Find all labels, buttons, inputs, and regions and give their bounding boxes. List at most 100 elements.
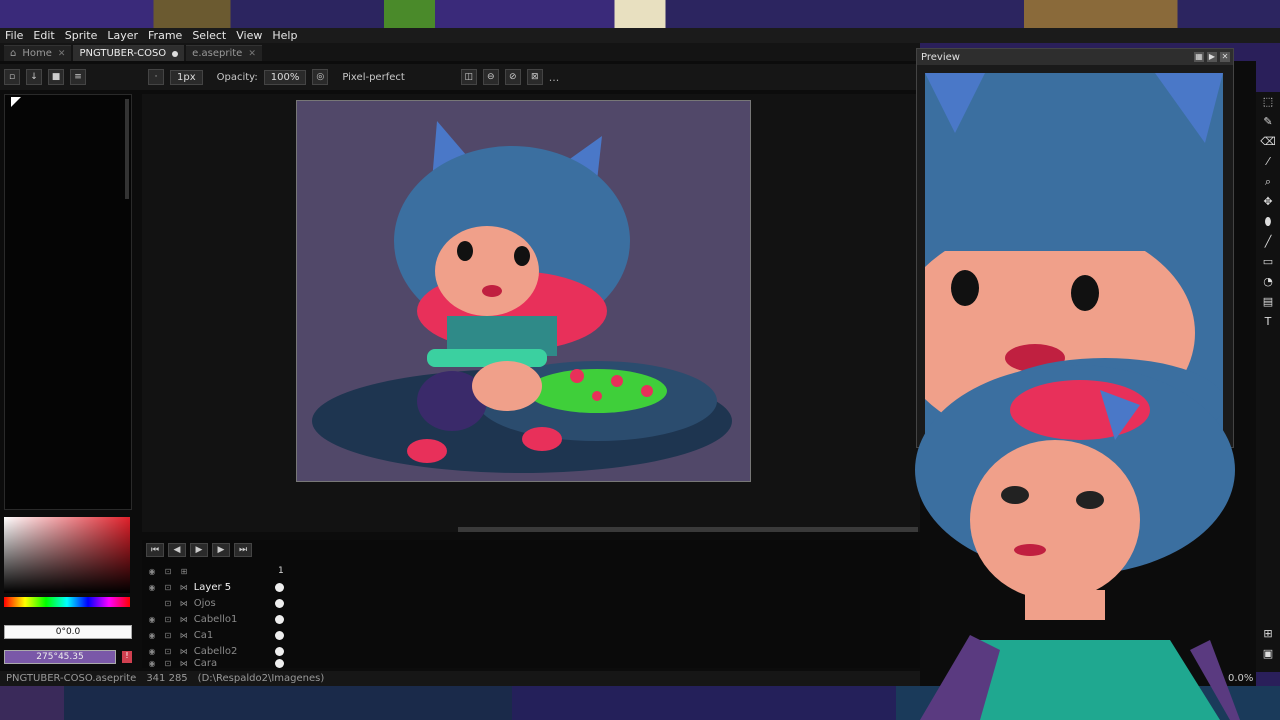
lock-icon[interactable]: ⊡ (162, 599, 174, 608)
link-icon[interactable]: ⋈ (178, 615, 190, 624)
square-icon[interactable]: ■ (48, 69, 64, 85)
previous-frame-icon[interactable]: ◀ (168, 543, 186, 557)
more-options[interactable]: ... (549, 71, 560, 84)
pencil-icon[interactable]: ✎ (1260, 114, 1276, 130)
background-color-field[interactable]: 275°45.35 (4, 650, 116, 664)
close-icon[interactable]: ✕ (1220, 52, 1230, 62)
lock-icon[interactable]: ⊡ (162, 583, 174, 592)
link-icon[interactable]: ⋈ (178, 583, 190, 592)
layer-row[interactable]: ◉ ⊡ ⋈ Ca1 (142, 628, 290, 643)
layer-row[interactable]: ◉ ⊡ ⋈ Cabello2 (142, 644, 290, 659)
brush-size-field[interactable]: 1px (170, 69, 203, 85)
opacity-field[interactable]: 100% (263, 69, 307, 85)
text-icon[interactable]: T (1260, 314, 1276, 330)
play-icon[interactable]: ▶ (190, 543, 208, 557)
cel-dot[interactable] (275, 583, 284, 592)
pixel-perfect-checkbox[interactable]: Pixel-perfect (342, 72, 404, 83)
eye-icon[interactable]: ◉ (146, 631, 158, 640)
preview-play-icon[interactable]: ▶ (1207, 52, 1217, 62)
hue-slider[interactable] (4, 597, 130, 607)
lock-icon[interactable]: ⊡ (162, 615, 174, 624)
eye-icon[interactable]: ◉ (146, 583, 158, 592)
status-path: (D:\Respaldo2\Imagenes) (197, 673, 325, 684)
marquee-icon[interactable]: ⬚ (1260, 94, 1276, 110)
last-frame-icon[interactable]: ⏭ (234, 543, 252, 557)
fill-icon[interactable]: ⬮ (1260, 214, 1276, 230)
first-frame-icon[interactable]: ⏮ (146, 543, 164, 557)
link-icon[interactable]: ⋈ (178, 631, 190, 640)
lock-header-icon[interactable]: ⊡ (162, 567, 174, 576)
move-icon[interactable]: ✥ (1260, 194, 1276, 210)
sprite-canvas[interactable] (296, 100, 751, 482)
link-icon[interactable]: ⋈ (178, 659, 190, 668)
layer-row[interactable]: ◉ ⊡ ⋈ Cara (142, 658, 290, 668)
opacity-label: Opacity: (216, 71, 258, 83)
menu-file[interactable]: File (0, 29, 28, 42)
preview-title-bar[interactable]: Preview ▦ ▶ ✕ (917, 49, 1233, 65)
layer-row[interactable]: ◉ ⊡ ⋈ Layer 5 (142, 580, 290, 595)
layer-name: Ca1 (193, 630, 214, 641)
eyedropper-icon[interactable]: ⁄ (1260, 154, 1276, 170)
context-bar: ▫ ↓ ■ ≡ · 1px Opacity: 100% ◎ Pixel-perf… (0, 64, 920, 90)
unsaved-dot-icon (172, 50, 179, 57)
link-icon[interactable]: ⋈ (178, 647, 190, 656)
symmetry-horizontal-icon[interactable]: ⊖ (482, 69, 499, 85)
menu-edit[interactable]: Edit (28, 29, 59, 42)
zoom-one-to-one-icon[interactable]: ⊞ (1260, 626, 1276, 642)
menu-sprite[interactable]: Sprite (60, 29, 103, 42)
eye-icon[interactable]: ◉ (146, 615, 158, 624)
cel-dot[interactable] (275, 631, 284, 640)
down-arrow-icon[interactable]: ↓ (26, 69, 42, 85)
symmetry-off-icon[interactable]: ⊠ (526, 69, 543, 85)
blur-icon[interactable]: ◔ (1260, 274, 1276, 290)
canvas-horizontal-scrollbar[interactable] (458, 527, 918, 532)
menu-view[interactable]: View (231, 29, 267, 42)
saturation-value-picker[interactable] (4, 517, 130, 593)
cel-dot[interactable] (275, 647, 284, 656)
chibi-character-art (312, 121, 732, 473)
menu-select[interactable]: Select (187, 29, 231, 42)
playback-controls: ⏮ ◀ ▶ ▶ ⏭ (146, 543, 252, 557)
palette-scrollbar[interactable] (125, 99, 129, 199)
menu-layer[interactable]: Layer (102, 29, 143, 42)
next-frame-icon[interactable]: ▶ (212, 543, 230, 557)
layer-name: Layer 5 (193, 582, 232, 593)
layer-row[interactable]: ⊡ ⋈ Ojos (142, 596, 290, 611)
tab-pngtuber[interactable]: PNGTUBER-COSO (73, 45, 185, 61)
zoom-icon[interactable]: ⌕ (1260, 174, 1276, 190)
close-icon[interactable]: ✕ (248, 49, 256, 59)
eye-icon[interactable]: ◉ (146, 647, 158, 656)
eye-icon[interactable]: ◉ (146, 659, 158, 668)
warning-icon[interactable]: ! (122, 651, 132, 663)
brush-type-icon[interactable]: · (148, 69, 164, 85)
eye-header-icon[interactable]: ◉ (146, 567, 158, 576)
menu-frame[interactable]: Frame (143, 29, 187, 42)
lock-icon[interactable]: ⊡ (162, 659, 174, 668)
line-icon[interactable]: ╱ (1260, 234, 1276, 250)
symmetry-vertical-icon[interactable]: ◫ (460, 69, 477, 85)
menu-icon[interactable]: ≡ (70, 69, 86, 85)
lock-icon[interactable]: ▫ (4, 69, 20, 85)
preview-grid-icon[interactable]: ▦ (1194, 52, 1204, 62)
eraser-icon[interactable]: ⌫ (1260, 134, 1276, 150)
link-header-icon[interactable]: ⊞ (178, 567, 190, 576)
layer-row[interactable]: ◉ ⊡ ⋈ Cabello1 (142, 612, 290, 627)
fit-screen-icon[interactable]: ▣ (1260, 646, 1276, 662)
ink-icon[interactable]: ◎ (312, 69, 329, 85)
cel-dot[interactable] (275, 599, 284, 608)
rectangle-icon[interactable]: ▭ (1260, 254, 1276, 270)
link-icon[interactable]: ⋈ (178, 599, 190, 608)
symmetry-both-icon[interactable]: ⊘ (504, 69, 521, 85)
menu-help[interactable]: Help (267, 29, 302, 42)
close-icon[interactable]: ✕ (58, 49, 66, 59)
tab-home[interactable]: ⌂ Home ✕ (4, 45, 72, 61)
tab-bar: ⌂ Home ✕ PNGTUBER-COSO e.aseprite ✕ (0, 43, 920, 61)
palette-panel[interactable] (4, 94, 132, 510)
foreground-color-field[interactable]: 0°0.0 (4, 625, 132, 639)
lock-icon[interactable]: ⊡ (162, 647, 174, 656)
lock-icon[interactable]: ⊡ (162, 631, 174, 640)
contour-icon[interactable]: ▤ (1260, 294, 1276, 310)
cel-dot[interactable] (275, 658, 284, 668)
tab-e-aseprite[interactable]: e.aseprite ✕ (186, 45, 262, 61)
cel-dot[interactable] (275, 615, 284, 624)
